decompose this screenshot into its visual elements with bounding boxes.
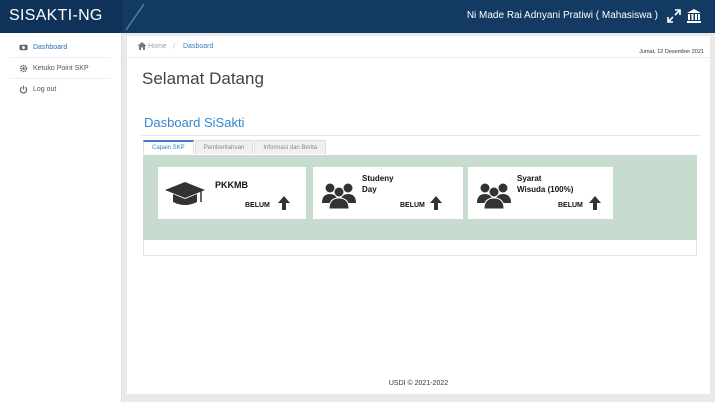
card-pkkmb[interactable]: PKKMB BELUM xyxy=(158,167,306,219)
sidebar-item-ketuko-point-skp[interactable]: Ketuko Point SKP xyxy=(0,58,122,78)
users-group-icon xyxy=(477,183,511,209)
gear-icon xyxy=(19,64,28,72)
top-navbar: SISAKTI-NG Ni Made Rai Adnyani Pratiwi (… xyxy=(0,0,715,33)
card-title-line-2: Wisuda (100%) xyxy=(517,185,574,194)
sidebar-item-label: Dashboard xyxy=(33,43,68,51)
card-status: BELUM xyxy=(245,202,270,209)
sidebar-item-label: Log out xyxy=(33,85,57,93)
card-syarat-wisuda[interactable]: Syarat Wisuda (100%) BELUM xyxy=(468,167,613,219)
brand-title: SISAKTI-NG xyxy=(9,7,103,24)
brand-area[interactable]: SISAKTI-NG xyxy=(0,0,122,33)
page-footer: USDI © 2021-2022 xyxy=(388,380,449,387)
sidebar-item-dashboard[interactable]: Dashboard xyxy=(0,37,122,57)
tab-informasi-berita[interactable]: Informasi dan Berita xyxy=(254,140,327,154)
users-group-icon xyxy=(322,183,356,209)
dashboard-icon xyxy=(19,44,28,50)
sidebar-item-logout[interactable]: Log out xyxy=(0,79,122,99)
breadcrumb-current[interactable]: Dasboard xyxy=(183,43,213,50)
tab-pemberitahuan[interactable]: Pemberitahuan xyxy=(194,140,254,154)
card-title-line-1: Syarat xyxy=(517,174,542,183)
card-studeny-day[interactable]: Studeny Day BELUM xyxy=(313,167,463,219)
institution-icon[interactable] xyxy=(686,8,702,24)
breadcrumb-separator: / xyxy=(173,42,176,51)
card-status: BELUM xyxy=(558,202,583,209)
page-title: Selamat Datang xyxy=(142,69,264,88)
home-icon[interactable] xyxy=(137,41,147,51)
arrow-up-icon xyxy=(278,196,290,210)
breadcrumb: Home / Dasboard Jumat, 12 Desember 2021 xyxy=(127,36,710,58)
fullscreen-icon[interactable] xyxy=(667,9,681,23)
card-title: PKKMB xyxy=(215,180,248,190)
tab-panel-footer xyxy=(143,240,697,256)
sidebar: Dashboard Ketuko Point SKP Log out xyxy=(0,33,122,402)
current-date: Jumat, 12 Desember 2021 xyxy=(639,49,704,55)
sidebar-item-label: Ketuko Point SKP xyxy=(33,64,89,72)
tab-bar: Capain SKP Pemberitahuan Informasi dan B… xyxy=(143,140,327,155)
power-icon xyxy=(19,85,28,93)
section-title: Dasboard SiSakti xyxy=(144,115,245,130)
arrow-up-icon xyxy=(430,196,442,210)
tab-panel-capain-skp: PKKMB BELUM Studeny Day BELUM Syarat Wis… xyxy=(143,155,697,240)
breadcrumb-home[interactable]: Home xyxy=(148,43,167,50)
sidebar-toggle-icon[interactable] xyxy=(122,0,146,33)
arrow-up-icon xyxy=(589,196,601,210)
card-status: BELUM xyxy=(400,202,425,209)
user-name[interactable]: Ni Made Rai Adnyani Pratiwi ( Mahasiswa … xyxy=(467,10,658,21)
tab-capain-skp[interactable]: Capain SKP xyxy=(143,140,194,154)
graduation-cap-icon xyxy=(165,182,205,205)
card-title-line-2: Day xyxy=(362,185,377,194)
main-content: Home / Dasboard Jumat, 12 Desember 2021 … xyxy=(127,36,710,394)
card-title-line-1: Studeny xyxy=(362,174,394,183)
